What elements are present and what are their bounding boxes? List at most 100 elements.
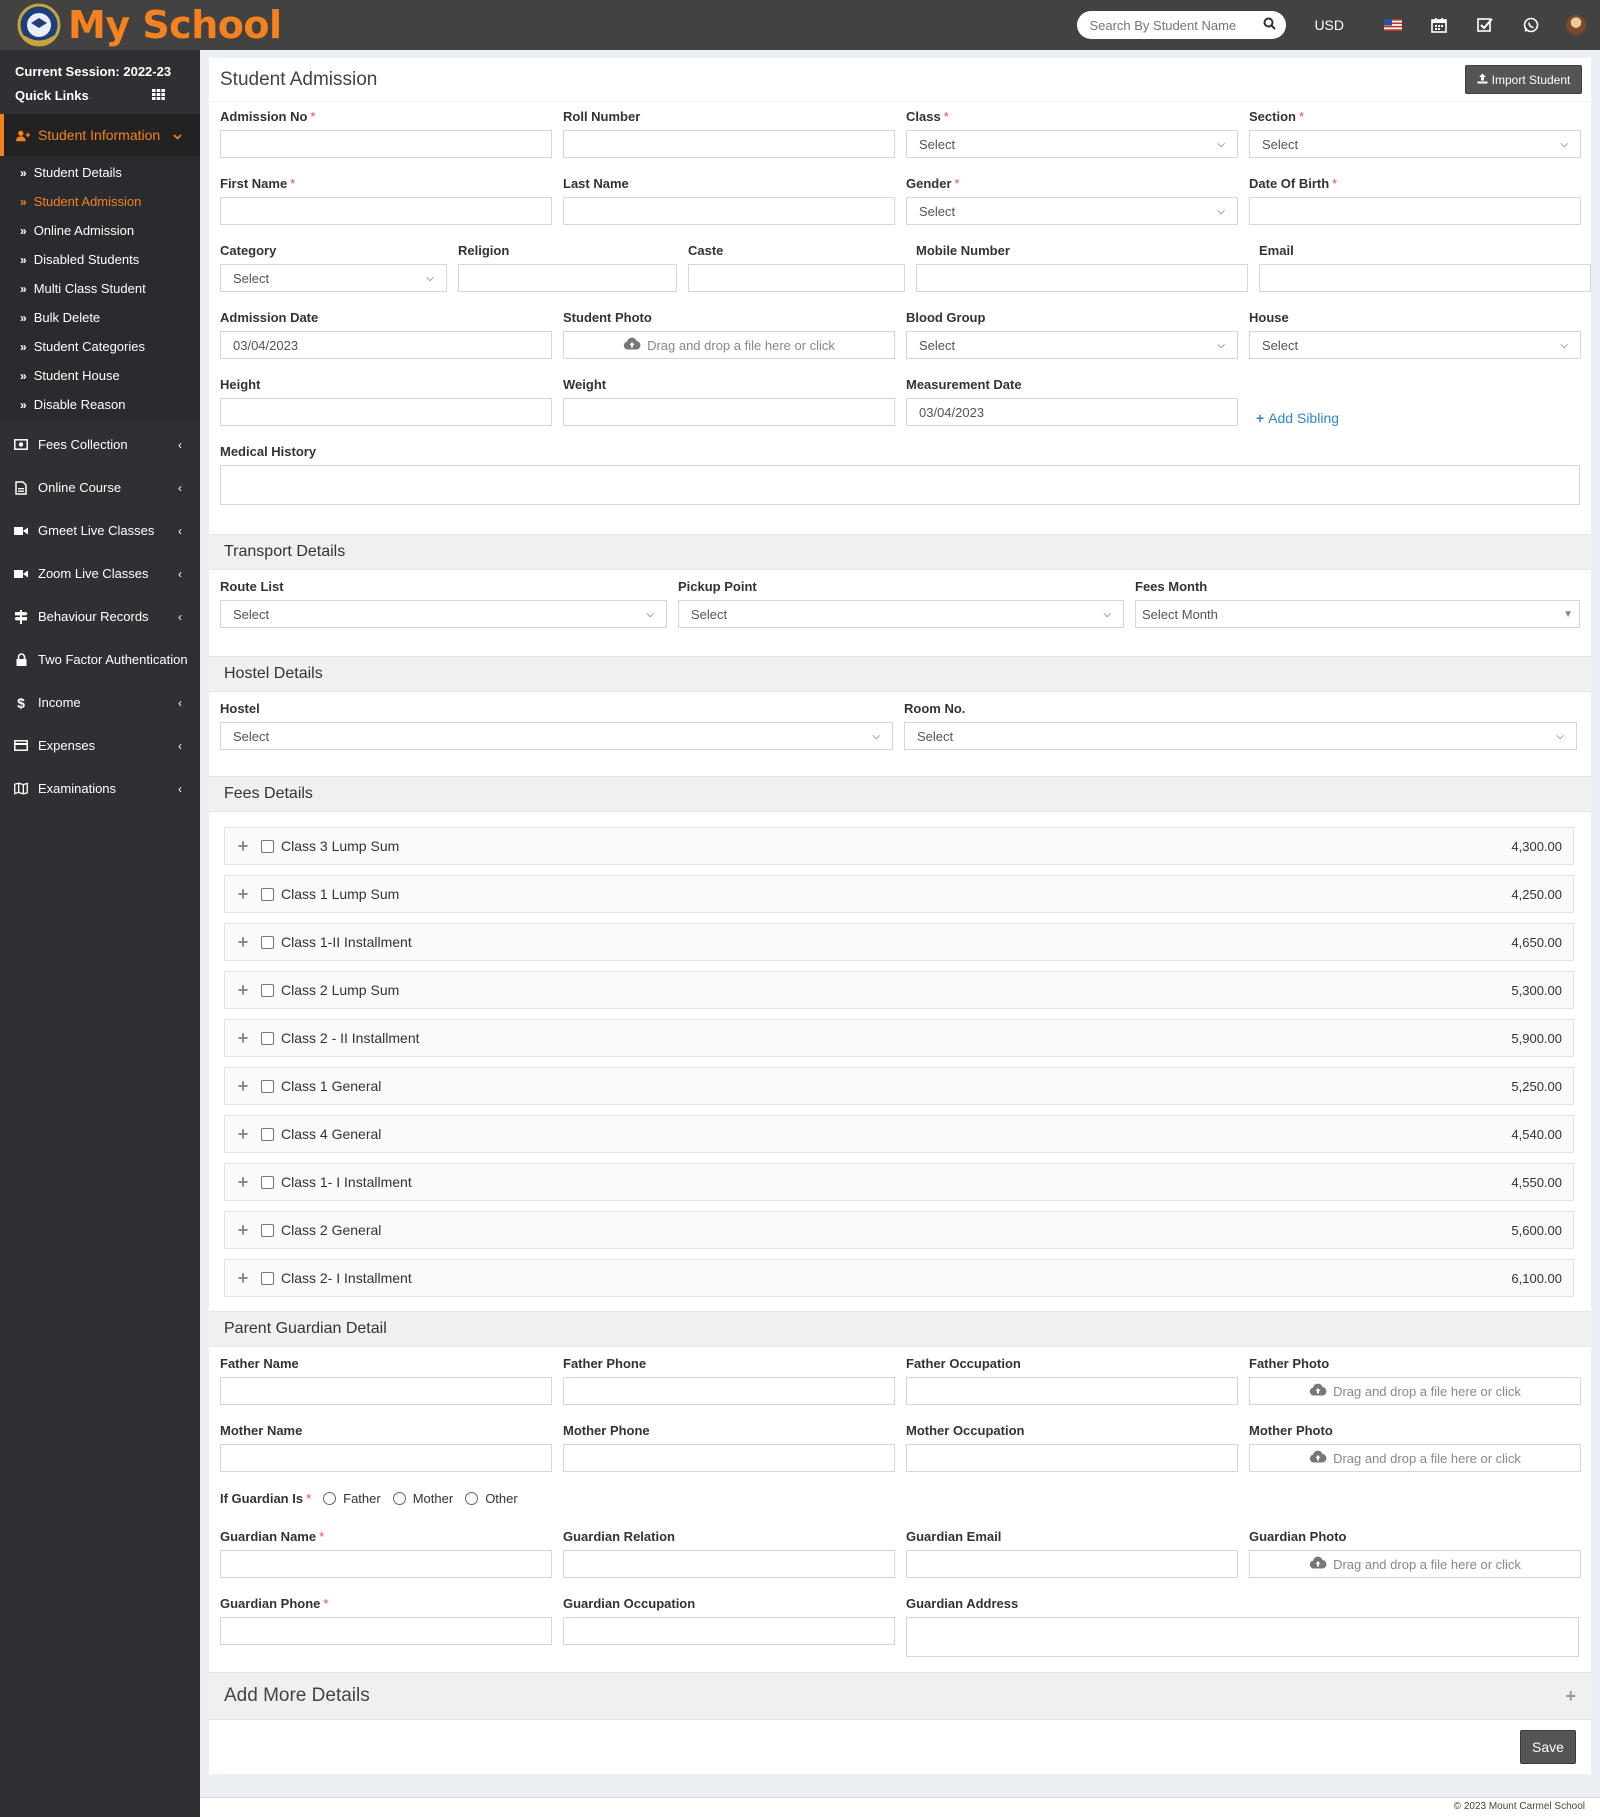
us-flag-icon[interactable] — [1370, 0, 1416, 50]
submenu-student-house[interactable]: » Student House — [0, 361, 200, 390]
submenu-student-admission[interactable]: » Student Admission — [0, 187, 200, 216]
save-button[interactable]: Save — [1520, 1730, 1576, 1764]
guardian-father-radio[interactable]: Father — [323, 1491, 381, 1506]
sidebar-item-online-course[interactable]: Online Course ‹ — [0, 466, 200, 509]
roll-number-input[interactable] — [563, 130, 895, 158]
submenu-online-admission[interactable]: » Online Admission — [0, 216, 200, 245]
expand-plus-icon[interactable]: + — [225, 836, 261, 857]
student-search[interactable] — [1077, 11, 1287, 39]
fee-checkbox[interactable] — [261, 935, 274, 949]
mother-occupation-input[interactable] — [906, 1444, 1238, 1472]
email-input[interactable] — [1259, 264, 1591, 292]
fee-row[interactable]: + Class 2 - II Installment 5,900.00 — [224, 1019, 1574, 1057]
religion-input[interactable] — [458, 264, 677, 292]
fee-checkbox[interactable] — [261, 1031, 274, 1045]
expand-plus-icon[interactable]: + — [225, 980, 261, 1001]
student-photo-dropzone[interactable]: Drag and drop a file here or click — [563, 331, 895, 359]
fee-row[interactable]: + Class 1 General 5,250.00 — [224, 1067, 1574, 1105]
expand-plus-icon[interactable]: + — [225, 1220, 261, 1241]
grid-icon[interactable] — [152, 84, 165, 108]
add-sibling-link[interactable]: + Add Sibling — [1256, 410, 1339, 426]
sidebar-item-student-information[interactable]: Student Information — [0, 114, 200, 156]
class-select[interactable]: Select ⌵ — [906, 130, 1238, 158]
sidebar-item-zoom-live-classes[interactable]: Zoom Live Classes ‹ — [0, 552, 200, 595]
first-name-input[interactable] — [220, 197, 552, 225]
fee-checkbox[interactable] — [261, 1175, 274, 1189]
fee-checkbox[interactable] — [261, 1271, 274, 1285]
height-input[interactable] — [220, 398, 552, 426]
submenu-disabled-students[interactable]: » Disabled Students — [0, 245, 200, 274]
expand-plus-icon[interactable]: + — [225, 1028, 261, 1049]
father-phone-input[interactable] — [563, 1377, 895, 1405]
fee-row[interactable]: + Class 2- I Installment 6,100.00 — [224, 1259, 1574, 1297]
guardian-other-radio[interactable]: Other — [465, 1491, 518, 1506]
gender-select[interactable]: Select ⌵ — [906, 197, 1238, 225]
admission-no-input[interactable] — [220, 130, 552, 158]
mother-photo-dropzone[interactable]: Drag and drop a file here or click — [1249, 1444, 1581, 1472]
sidebar-item-fees-collection[interactable]: Fees Collection ‹ — [0, 423, 200, 466]
fee-checkbox[interactable] — [261, 887, 274, 901]
measurement-date-input[interactable]: 03/04/2023 — [906, 398, 1238, 426]
guardian-phone-input[interactable] — [220, 1617, 552, 1645]
mobile-input[interactable] — [916, 264, 1248, 292]
guardian-address-textarea[interactable] — [906, 1617, 1579, 1657]
father-occupation-input[interactable] — [906, 1377, 1238, 1405]
expand-plus-icon[interactable]: + — [225, 1124, 261, 1145]
house-select[interactable]: Select ⌵ — [1249, 331, 1581, 359]
logo[interactable]: My School — [0, 0, 282, 50]
add-more-details-header[interactable]: Add More Details + — [209, 1672, 1591, 1720]
submenu-student-categories[interactable]: » Student Categories — [0, 332, 200, 361]
submenu-multi-class-student[interactable]: » Multi Class Student — [0, 274, 200, 303]
sidebar-item-expenses[interactable]: Expenses ‹ — [0, 724, 200, 767]
fee-row[interactable]: + Class 2 Lump Sum 5,300.00 — [224, 971, 1574, 1009]
currency-selector[interactable]: USD — [1314, 17, 1344, 33]
fee-checkbox[interactable] — [261, 839, 274, 853]
blood-group-select[interactable]: Select ⌵ — [906, 331, 1238, 359]
sidebar-item-two-factor-authentication[interactable]: Two Factor Authentication — [0, 638, 200, 681]
last-name-input[interactable] — [563, 197, 895, 225]
expand-plus-icon[interactable]: + — [225, 1172, 261, 1193]
dob-input[interactable] — [1249, 197, 1581, 225]
fee-row[interactable]: + Class 1-II Installment 4,650.00 — [224, 923, 1574, 961]
pickup-point-select[interactable]: Select ⌵ — [678, 600, 1124, 628]
mother-name-input[interactable] — [220, 1444, 552, 1472]
fees-month-select[interactable]: Select Month ▼ — [1135, 600, 1580, 628]
expand-plus-icon[interactable]: + — [225, 884, 261, 905]
submenu-bulk-delete[interactable]: » Bulk Delete — [0, 303, 200, 332]
fee-checkbox[interactable] — [261, 1079, 274, 1093]
room-no-select[interactable]: Select ⌵ — [904, 722, 1577, 750]
user-avatar[interactable] — [1566, 15, 1586, 35]
guardian-relation-input[interactable] — [563, 1550, 895, 1578]
fee-row[interactable]: + Class 1- I Installment 4,550.00 — [224, 1163, 1574, 1201]
expand-plus-icon[interactable]: + — [225, 932, 261, 953]
caste-input[interactable] — [688, 264, 905, 292]
calendar-icon[interactable] — [1416, 0, 1462, 50]
expand-plus-icon[interactable]: + — [225, 1268, 261, 1289]
category-select[interactable]: Select ⌵ — [220, 264, 447, 292]
father-photo-dropzone[interactable]: Drag and drop a file here or click — [1249, 1377, 1581, 1405]
sidebar-item-gmeet-live-classes[interactable]: Gmeet Live Classes ‹ — [0, 509, 200, 552]
sidebar-item-examinations[interactable]: Examinations ‹ — [0, 767, 200, 810]
fee-checkbox[interactable] — [261, 1223, 274, 1237]
route-list-select[interactable]: Select ⌵ — [220, 600, 667, 628]
import-student-button[interactable]: Import Student — [1465, 65, 1582, 94]
guardian-name-input[interactable] — [220, 1550, 552, 1578]
section-select[interactable]: Select ⌵ — [1249, 130, 1581, 158]
submenu-disable-reason[interactable]: » Disable Reason — [0, 390, 200, 419]
hostel-select[interactable]: Select ⌵ — [220, 722, 893, 750]
fee-row[interactable]: + Class 4 General 4,540.00 — [224, 1115, 1574, 1153]
fee-checkbox[interactable] — [261, 983, 274, 997]
task-check-icon[interactable] — [1462, 0, 1508, 50]
quick-links[interactable]: Quick Links — [15, 84, 185, 108]
submenu-student-details[interactable]: » Student Details — [0, 158, 200, 187]
fee-checkbox[interactable] — [261, 1127, 274, 1141]
fee-row[interactable]: + Class 2 General 5,600.00 — [224, 1211, 1574, 1249]
guardian-photo-dropzone[interactable]: Drag and drop a file here or click — [1249, 1550, 1581, 1578]
fee-row[interactable]: + Class 3 Lump Sum 4,300.00 — [224, 827, 1574, 865]
expand-plus-icon[interactable]: + — [1565, 1686, 1576, 1707]
father-name-input[interactable] — [220, 1377, 552, 1405]
weight-input[interactable] — [563, 398, 895, 426]
admission-date-input[interactable]: 03/04/2023 — [220, 331, 552, 359]
guardian-mother-radio[interactable]: Mother — [392, 1491, 453, 1506]
sidebar-item-behaviour-records[interactable]: Behaviour Records ‹ — [0, 595, 200, 638]
